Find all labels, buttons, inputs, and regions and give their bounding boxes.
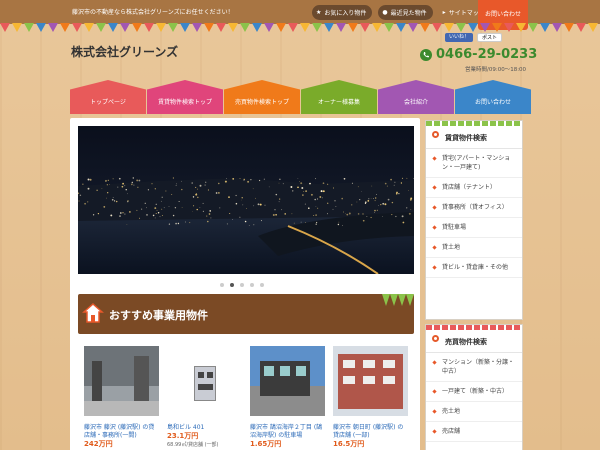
sidebar-item-rent-shop[interactable]: 貸店舗（テナント） (426, 178, 522, 198)
facebook-like-button[interactable]: いいね！ (445, 33, 474, 42)
nav-top-label: トップページ (90, 99, 126, 106)
night-cityscape-image (78, 126, 414, 274)
favorites-link-label: お気に入り物件 (324, 10, 367, 17)
property-photo (84, 346, 159, 416)
nav-contact[interactable]: お問い合わせ (455, 80, 531, 114)
sidebar-item-sale-house[interactable]: 一戸建て（新築・中古） (426, 382, 522, 402)
nav-owner-recruit-label: オーナー様募集 (317, 99, 360, 106)
favorites-link[interactable]: ★ お気に入り物件 (312, 5, 373, 20)
sidebar-item-rent-parking[interactable]: 貸駐車場 (426, 218, 522, 238)
nav-contact-label: お問い合わせ (474, 99, 511, 106)
property-card[interactable]: 藤沢市 鵠沼海岸２丁目 (鵠沼海岸駅) の駐車場 1.65万円 (250, 346, 325, 449)
nav-rent-search-label: 賃貸物件検索トップ (157, 99, 212, 106)
property-price: 242万円 (84, 440, 113, 448)
slider-dot[interactable] (260, 283, 264, 287)
phone-number[interactable]: 0466-29-0233 (420, 47, 537, 62)
property-name: 藤沢市 藤沢 (藤沢駅) の貸店舗・事務所(一間) (84, 424, 155, 439)
property-name: 藤沢市 朝日町 (藤沢駅) の貸店舗 (一部) (333, 424, 404, 439)
property-card[interactable]: 島和ビル 401 23.1万円 68.99㎡/貸店舗 (一部) (167, 346, 242, 449)
nav-sale-search[interactable]: 売買物件検索トップ (224, 80, 300, 114)
sidebar-sale-title: 売買物件検索 (426, 325, 522, 353)
sidebar-item-rent-building[interactable]: 貸ビル・貸倉庫・その他 (426, 258, 522, 278)
house-icon (82, 302, 104, 323)
property-price: 16.5万円 (333, 440, 365, 448)
hero-slider[interactable] (78, 126, 414, 274)
phone-number-text: 0466-29-0233 (436, 47, 538, 62)
section-title: おすすめ事業用物件 (109, 309, 208, 322)
star-icon: ★ (316, 9, 322, 16)
sidebar-sale-title-text: 売買物件検索 (445, 338, 487, 346)
sidebar-rent-search: 賃貸物件検索 貸宅(アパート・マンション・一戸建て) 貸店舗（テナント） 貸事務… (425, 120, 523, 320)
sidebar-item-rent-residential[interactable]: 貸宅(アパート・マンション・一戸建て) (426, 149, 522, 178)
property-card[interactable]: 藤沢市 朝日町 (藤沢駅) の貸店舗 (一部) 16.5万円 (333, 346, 408, 449)
circle-icon (432, 131, 439, 138)
nav-rent-search[interactable]: 賃貸物件検索トップ (147, 80, 223, 114)
site-tagline: 藤沢市の不動産なら株式会社グリーンズにお任せください！ (72, 9, 234, 16)
bunting-small-decoration (378, 294, 414, 306)
x-post-button[interactable]: ポスト (477, 33, 503, 42)
sidebar-item-sale-shop[interactable]: 売店舗 (426, 422, 522, 442)
clock-icon: ● (382, 9, 388, 16)
recently-viewed-link-label: 最近見た物件 (390, 10, 427, 17)
social-buttons: いいね！ ポスト (445, 33, 503, 42)
sidebar-item-sale-land[interactable]: 売土地 (426, 402, 522, 422)
property-photo (167, 346, 242, 416)
sidebar-item-rent-office[interactable]: 貸事務所（貸オフィス） (426, 198, 522, 218)
main-nav: トップページ 賃貸物件検索トップ 売買物件検索トップ オーナー様募集 会社紹介 … (70, 80, 531, 114)
nav-top[interactable]: トップページ (70, 80, 146, 114)
slider-dot[interactable] (250, 283, 254, 287)
property-card[interactable]: 藤沢市 藤沢 (藤沢駅) の貸店舗・事務所(一間) 242万円 (84, 346, 159, 449)
nav-sale-search-label: 売買物件検索トップ (234, 99, 289, 106)
sidebar-rent-title: 賃貸物件検索 (426, 121, 522, 149)
nav-company-label: 会社紹介 (403, 99, 428, 106)
sidebar-item-sale-mansion[interactable]: マンション（新築・分譲・中古） (426, 353, 522, 382)
bunting-decoration (0, 23, 600, 35)
slider-dot[interactable] (230, 283, 234, 287)
sidebar-item-rent-land[interactable]: 貸土地 (426, 238, 522, 258)
nav-company[interactable]: 会社紹介 (378, 80, 454, 114)
recently-viewed-link[interactable]: ● 最近見た物件 (378, 5, 433, 20)
nav-owner-recruit[interactable]: オーナー様募集 (301, 80, 377, 114)
property-photo (333, 346, 408, 416)
property-meta: 68.99㎡/貸店舗 (一部) (167, 442, 219, 448)
property-price: 23.1万円 (167, 432, 199, 440)
top-links: ★ お気に入り物件 ● 最近見た物件 ▸ サイトマップ (312, 5, 491, 20)
property-name: 島和ビル 401 (167, 424, 205, 431)
recommended-section-header: おすすめ事業用物件 (78, 294, 414, 334)
chevron-right-icon: ▸ (442, 9, 446, 16)
sidebar-rent-title-text: 賃貸物件検索 (445, 134, 487, 142)
property-photo (250, 346, 325, 416)
slider-dots (220, 283, 264, 287)
property-price: 1.65万円 (250, 440, 282, 448)
site-logo[interactable]: 株式会社グリーンズ (71, 43, 178, 60)
business-hours: 営業時間/09:00～18:00 (465, 67, 527, 73)
slider-dot[interactable] (240, 283, 244, 287)
circle-icon (432, 335, 439, 342)
slider-dot[interactable] (220, 283, 224, 287)
property-name: 藤沢市 鵠沼海岸２丁目 (鵠沼海岸駅) の駐車場 (250, 424, 323, 439)
property-cards: 藤沢市 藤沢 (藤沢駅) の貸店舗・事務所(一間) 242万円 島和ビル 401… (84, 346, 408, 449)
sidebar-sale-search: 売買物件検索 マンション（新築・分譲・中古） 一戸建て（新築・中古） 売土地 売… (425, 324, 523, 450)
phone-icon (420, 48, 432, 61)
